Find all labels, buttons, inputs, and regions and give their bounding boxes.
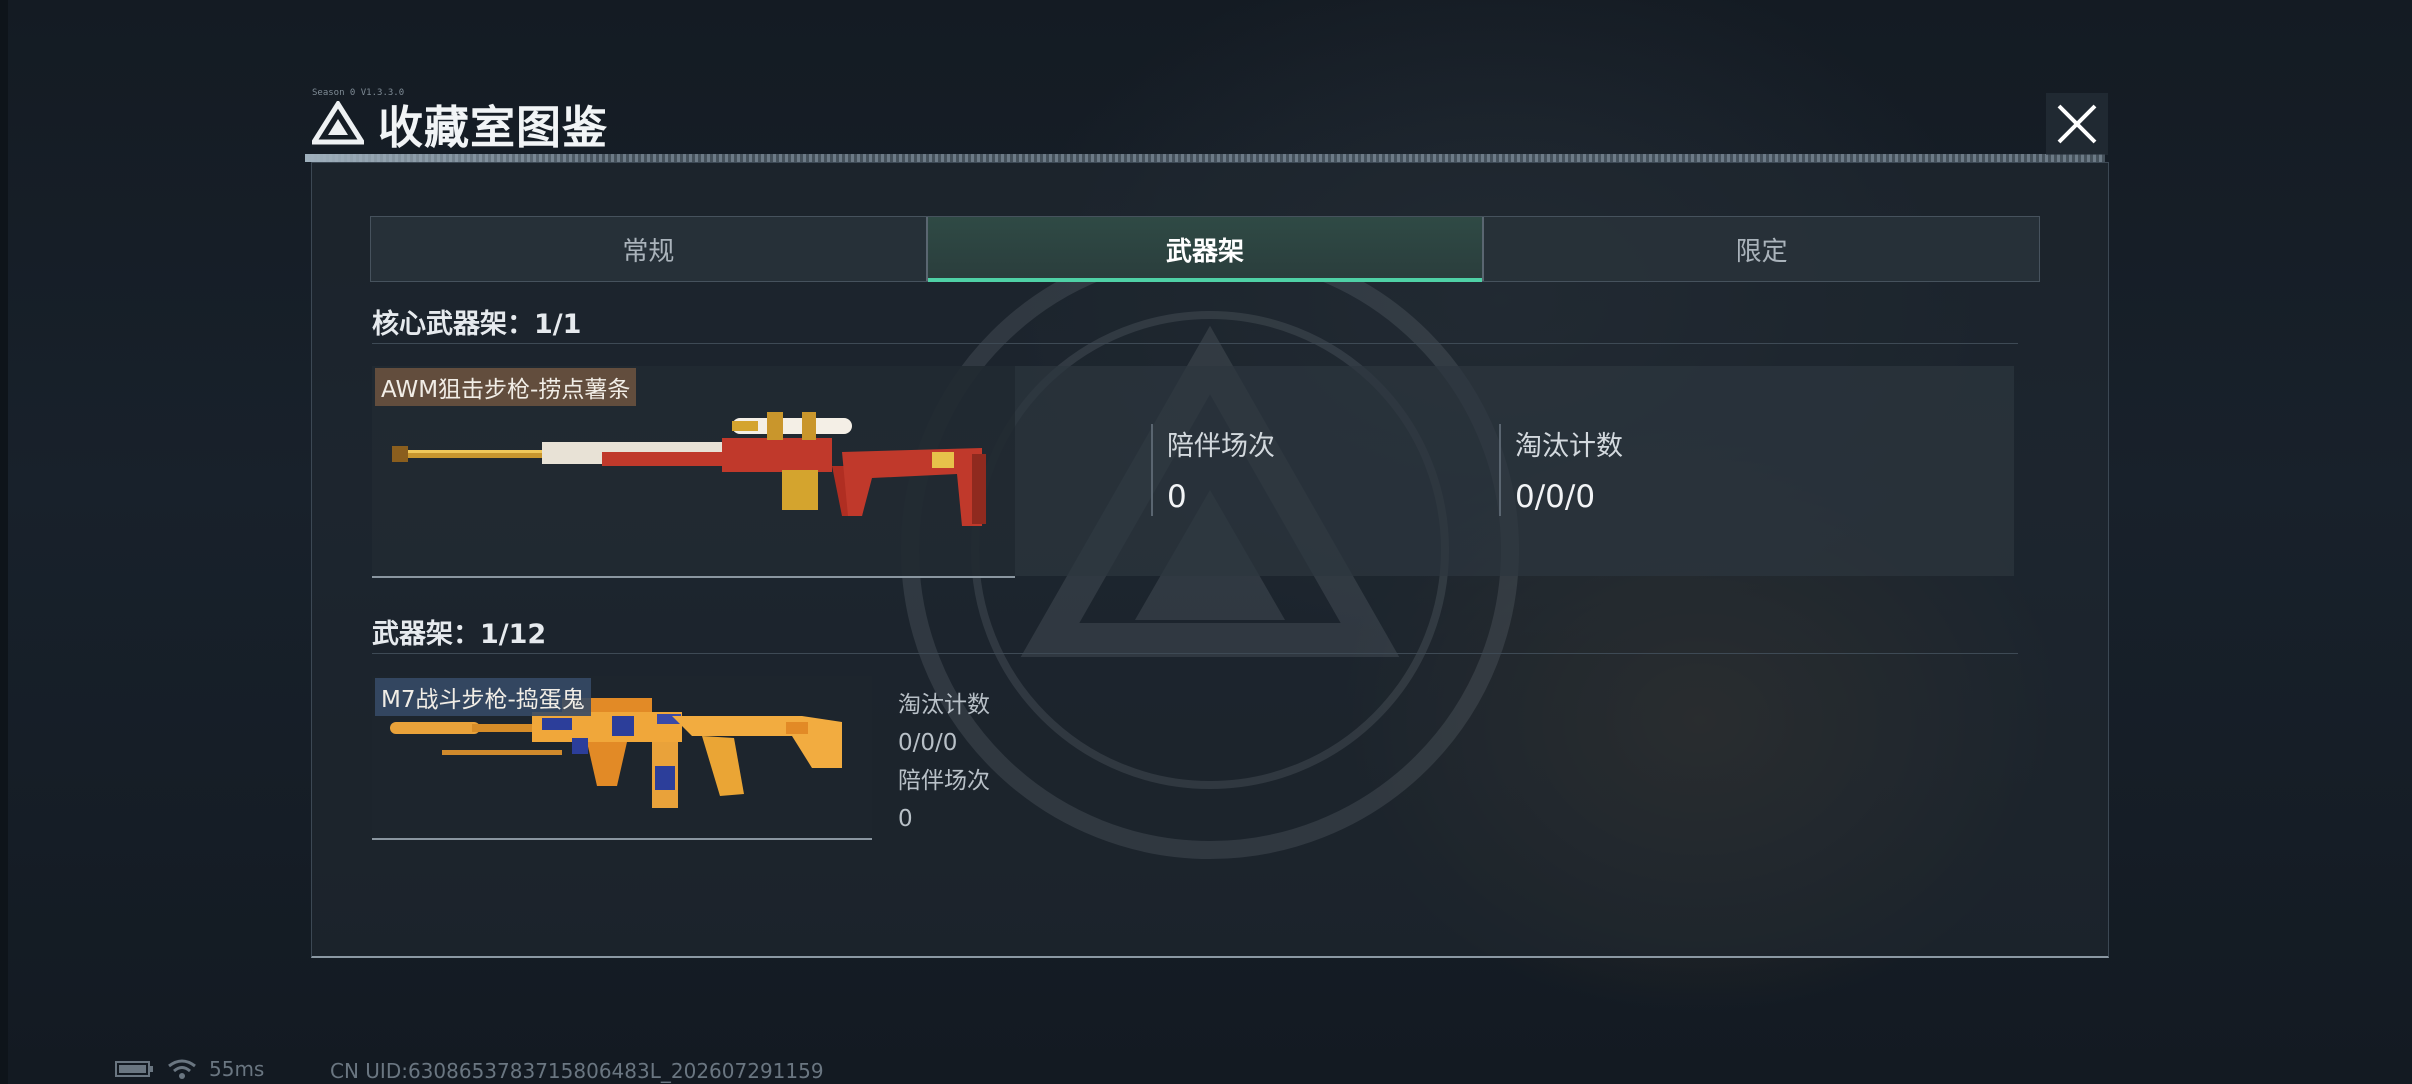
page-header: 收藏室图鉴 — [312, 95, 608, 154]
m7-stat-eliminations-label: 淘汰计数 — [898, 692, 990, 718]
tab-weapon-rack[interactable]: 武器架 — [925, 217, 1483, 282]
weapon-rack-title: 武器架：1/12 — [372, 619, 547, 650]
m7-weapon-name: M7战斗步枪-捣蛋鬼 — [375, 678, 591, 716]
page-title: 收藏室图鉴 — [378, 100, 609, 154]
m7-weapon-slot[interactable]: M7战斗步枪-捣蛋鬼 — [372, 676, 872, 840]
core-stat-matches: 陪伴场次 0 — [1151, 424, 1275, 516]
m7-stat-eliminations-value: 0/0/0 — [898, 730, 958, 756]
core-stat-matches-label: 陪伴场次 — [1167, 431, 1275, 462]
awm-weapon-slot[interactable]: AWM狙击步枪-捞点薯条 — [372, 366, 1015, 578]
m7-stat-matches-label: 陪伴场次 — [898, 768, 990, 794]
m7-stat-matches-value: 0 — [898, 806, 913, 832]
triangle-logo-icon — [312, 101, 364, 145]
background-edge — [0, 0, 8, 1084]
tab-limited[interactable]: 限定 — [1482, 217, 2039, 281]
category-tabs: 常规 武器架 限定 — [370, 216, 2040, 282]
status-bar: 55ms — [115, 1057, 265, 1081]
awm-weapon-name: AWM狙击步枪-捞点薯条 — [375, 368, 637, 406]
core-section-divider — [372, 343, 2018, 344]
close-button[interactable] — [2046, 93, 2108, 155]
tab-regular[interactable]: 常规 — [371, 217, 926, 281]
core-stat-eliminations-label: 淘汰计数 — [1515, 431, 1623, 462]
header-divider-accent — [305, 154, 605, 162]
close-icon — [2057, 104, 2097, 144]
m7-stats: 淘汰计数 0/0/0 陪伴场次 0 — [898, 686, 990, 838]
core-stat-matches-value: 0 — [1167, 479, 1187, 515]
ping-value: 55ms — [209, 1057, 265, 1081]
core-rack-title: 核心武器架：1/1 — [372, 309, 582, 340]
user-uid: CN UID:6308653783715806483L_202607291159 — [330, 1059, 824, 1083]
core-stat-eliminations: 淘汰计数 0/0/0 — [1499, 424, 1623, 516]
wifi-icon — [168, 1059, 196, 1079]
core-stat-eliminations-value: 0/0/0 — [1515, 479, 1596, 515]
rack-section-divider — [372, 653, 2018, 654]
battery-icon — [115, 1061, 153, 1077]
